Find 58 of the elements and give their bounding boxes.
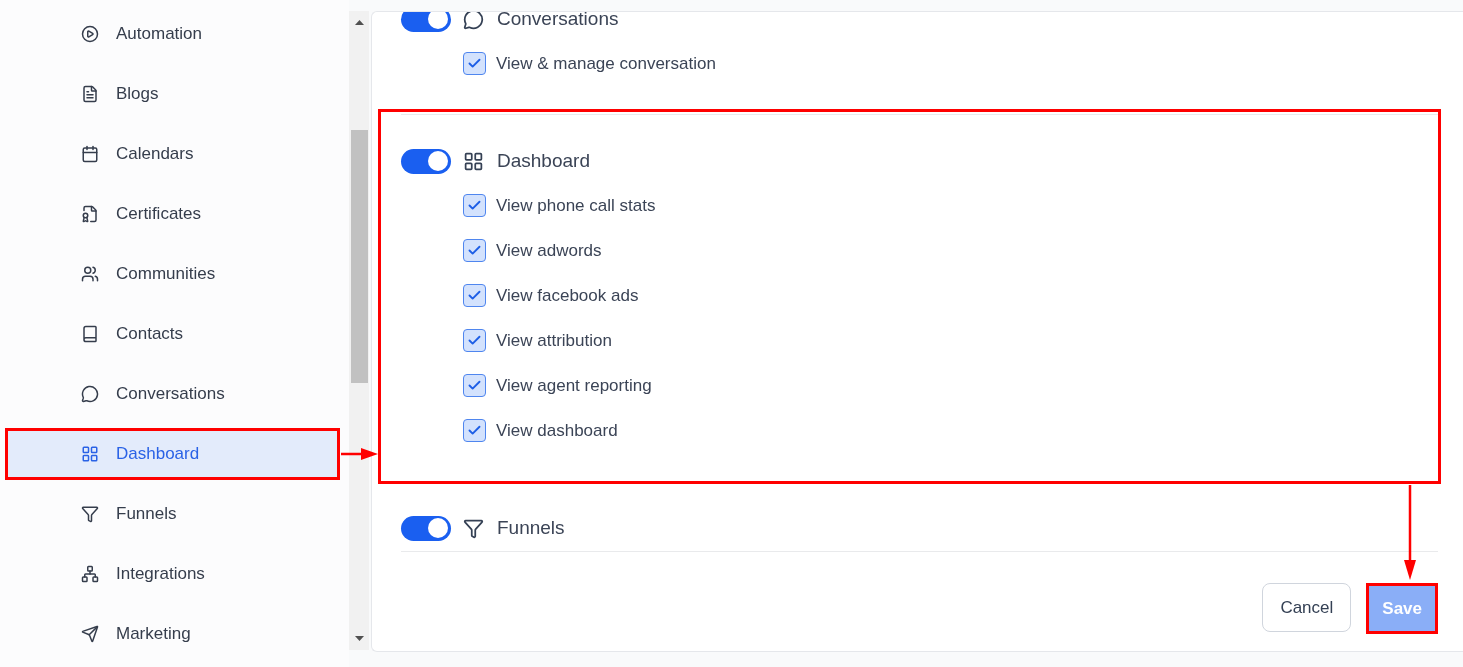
sidebar-item[interactable]: Integrations <box>5 548 340 600</box>
network-icon <box>81 565 99 583</box>
toggle-switch[interactable] <box>401 515 451 541</box>
checkbox[interactable] <box>463 239 486 262</box>
section-title: Conversations <box>497 12 619 30</box>
checkbox[interactable] <box>463 329 486 352</box>
permission-label: View attribution <box>496 330 612 351</box>
annotation-arrow <box>341 447 378 461</box>
sidebar-item[interactable]: Certificates <box>5 188 340 240</box>
scroll-up-arrow-icon[interactable] <box>354 20 364 25</box>
check-icon <box>467 333 482 348</box>
sidebar-item[interactable]: Marketing <box>5 608 340 660</box>
funnel-icon <box>463 517 484 539</box>
scroll-down-arrow-icon[interactable] <box>354 636 364 641</box>
section-title: Dashboard <box>497 150 590 172</box>
scrollbar-track[interactable] <box>349 11 369 650</box>
checkbox[interactable] <box>463 419 486 442</box>
section-title: Funnels <box>497 517 565 539</box>
sidebar-item[interactable]: Conversations <box>5 368 340 420</box>
chat-bubble-icon <box>81 385 99 403</box>
sidebar-item[interactable]: Funnels <box>5 488 340 540</box>
users-icon <box>81 265 99 283</box>
check-icon <box>467 288 482 303</box>
check-icon <box>467 198 482 213</box>
chat-bubble-icon <box>463 12 484 30</box>
sidebar-item[interactable]: Contacts <box>5 308 340 360</box>
sidebar-item[interactable]: Automation <box>5 8 340 60</box>
checkbox[interactable] <box>463 52 486 75</box>
document-icon <box>81 85 99 103</box>
calendar-icon <box>81 145 99 163</box>
funnel-icon <box>81 505 99 523</box>
permission-label: View agent reporting <box>496 375 652 396</box>
permission-label: View adwords <box>496 240 602 261</box>
permission-label: View phone call stats <box>496 195 656 216</box>
permission-label: View dashboard <box>496 420 618 441</box>
permission-label: View & manage conversation <box>496 53 716 74</box>
toggle-switch[interactable] <box>401 12 451 32</box>
check-icon <box>467 243 482 258</box>
sidebar-item[interactable]: Dashboard <box>5 428 340 480</box>
paper-plane-icon <box>81 625 99 643</box>
checkbox[interactable] <box>463 194 486 217</box>
grid-icon <box>463 150 484 172</box>
cancel-button[interactable]: Cancel <box>1262 583 1352 632</box>
book-icon <box>81 325 99 343</box>
sidebar-item[interactable]: Calendars <box>5 128 340 180</box>
check-icon <box>467 378 482 393</box>
grid-icon <box>81 445 99 463</box>
toggle-switch[interactable] <box>401 148 451 174</box>
check-icon <box>467 423 482 438</box>
permission-label: View facebook ads <box>496 285 639 306</box>
sidebar-item[interactable]: Blogs <box>5 68 340 120</box>
checkbox[interactable] <box>463 284 486 307</box>
checkbox[interactable] <box>463 374 486 397</box>
sidebar-item[interactable]: Communities <box>5 248 340 300</box>
check-icon <box>467 56 482 71</box>
scrollbar-thumb[interactable] <box>351 130 368 383</box>
play-circle-icon <box>81 25 99 43</box>
certificate-icon <box>81 205 99 223</box>
